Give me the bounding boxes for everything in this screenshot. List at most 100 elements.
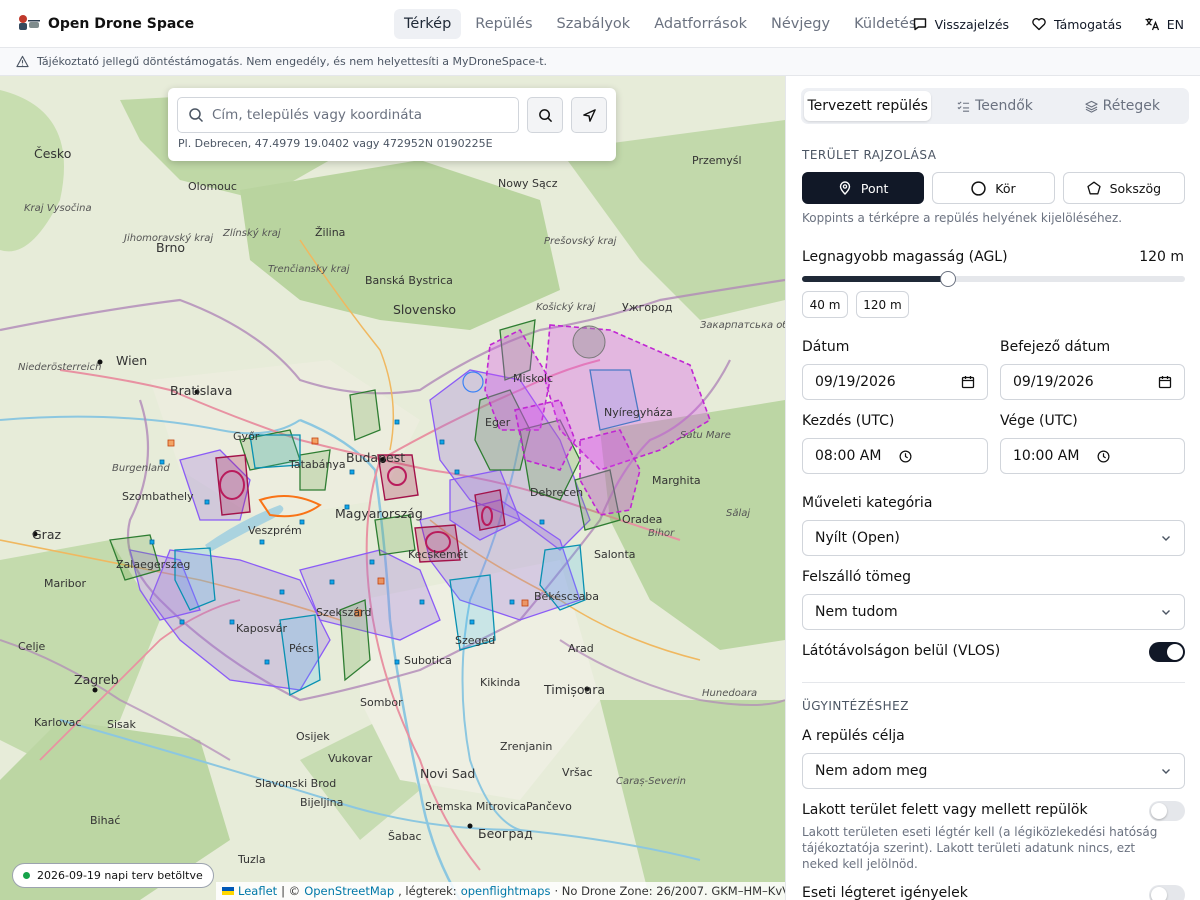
map-attribution: Leaflet | © OpenStreetMap , légterek: op… <box>216 882 785 900</box>
attribution-nofly: · No Drone Zone: 26/2007. GKM–HM–KvVM <box>554 884 785 898</box>
map-label: Eger <box>485 416 511 429</box>
end-time-field[interactable]: 10:00 AM <box>1000 438 1185 474</box>
shape-point-button[interactable]: Pont <box>802 172 925 204</box>
date-value: 09/19/2026 <box>815 374 896 390</box>
toggle-knob <box>1151 887 1167 900</box>
map-label: Slovensko <box>393 302 457 317</box>
map-label: Pécs <box>289 642 314 655</box>
search-input[interactable]: Cím, település vagy koordináta <box>177 97 519 133</box>
support-button[interactable]: Támogatás <box>1031 16 1122 32</box>
disclaimer-text: Tájékoztató jellegű döntéstámogatás. Nem… <box>37 55 548 68</box>
map-label: Caraș-Severin <box>616 776 686 787</box>
map-label: Timișoara <box>544 682 605 697</box>
openflightmaps-link[interactable]: openflightmaps <box>461 884 551 898</box>
populated-toggle[interactable] <box>1149 801 1185 821</box>
nav-map[interactable]: Térkép <box>394 8 462 39</box>
map-label: Olomouc <box>188 180 237 193</box>
preset-40m-button[interactable]: 40 m <box>802 291 848 318</box>
checklist-icon <box>957 100 970 112</box>
location-search: Cím, település vagy koordináta Pl. Debre… <box>168 88 616 161</box>
section-divider <box>802 682 1185 683</box>
map-label: Novi Sad <box>420 766 476 781</box>
map-label: Burgenland <box>112 463 170 474</box>
end-time-label: Vége (UTC) <box>1000 413 1078 429</box>
altitude-value: 120 m <box>1139 249 1184 265</box>
tab-todos[interactable]: Teendők <box>931 91 1058 121</box>
start-time-label: Kezdés (UTC) <box>802 413 895 429</box>
tab-layers[interactable]: Rétegek <box>1059 91 1186 121</box>
preset-120m-button[interactable]: 120 m <box>856 291 909 318</box>
tab-planned-flight[interactable]: Tervezett repülés <box>804 91 932 121</box>
map-label: Bijeljina <box>300 796 344 809</box>
warning-triangle-icon <box>16 55 29 68</box>
map-label: Szombathely <box>122 490 194 503</box>
map-label: Slavonski Brod <box>255 777 337 790</box>
search-button[interactable] <box>527 97 563 133</box>
map-label: Békéscsaba <box>534 590 600 603</box>
nav-data-sources[interactable]: Adatforrások <box>644 9 757 39</box>
layers-icon <box>1084 100 1098 113</box>
shape-circle-button[interactable]: Kör <box>932 172 1055 204</box>
end-date-field[interactable]: 09/19/2026 <box>1000 364 1185 400</box>
tab-label: Tervezett repülés <box>807 98 928 114</box>
support-label: Támogatás <box>1054 16 1122 32</box>
leaflet-link[interactable]: Leaflet <box>238 884 277 898</box>
map-view[interactable]: Česko Olomouc Brno Žilina Trenčiansky kr… <box>0 76 785 900</box>
search-placeholder: Cím, település vagy koordináta <box>212 107 423 123</box>
tab-label: Teendők <box>975 98 1033 114</box>
map-label: Jihomoravský kraj <box>124 233 214 244</box>
disclaimer-banner: Tájékoztató jellegű döntéstámogatás. Nem… <box>0 48 1200 76</box>
feedback-button[interactable]: Visszajelzés <box>912 16 1009 32</box>
map-label: Miskolc <box>513 372 554 385</box>
map-label: Magyarország <box>335 506 423 521</box>
map-label: Salonta <box>594 548 636 561</box>
altitude-label: Legnagyobb magasság (AGL) <box>802 249 1008 265</box>
locate-me-button[interactable] <box>571 97 607 133</box>
purpose-value: Nem adom meg <box>815 763 928 779</box>
search-icon <box>189 108 204 123</box>
map-label: Hunedoara <box>702 688 758 699</box>
map-label: Tuzla <box>238 853 266 866</box>
adhoc-label: Eseti légteret igényelek <box>802 885 968 900</box>
attribution-layers: , légterek: <box>398 884 457 898</box>
map-label: Banská Bystrica <box>365 274 453 287</box>
shape-polygon-button[interactable]: Sokszög <box>1062 172 1185 204</box>
nav-about[interactable]: Névjegy <box>761 9 840 39</box>
brand[interactable]: Open Drone Space <box>16 14 376 34</box>
admin-section-title: ÜGYINTÉZÉSHEZ <box>802 699 909 713</box>
altitude-slider[interactable] <box>802 271 1185 287</box>
slider-thumb[interactable] <box>939 271 956 287</box>
attribution-sep: | © <box>281 884 301 898</box>
map-label: Kikinda <box>480 676 521 689</box>
map-label: Zrenjanin <box>500 740 553 753</box>
osm-link[interactable]: OpenStreetMap <box>304 884 394 898</box>
map-label: Vukovar <box>328 752 373 765</box>
map-label: Sălaj <box>726 508 751 519</box>
clock-icon <box>899 450 912 462</box>
language-button[interactable]: EN <box>1144 16 1184 32</box>
toggle-knob <box>1151 803 1167 819</box>
search-hint: Pl. Debrecen, 47.4979 19.0402 vagy 47295… <box>178 137 493 150</box>
start-time-field[interactable]: 08:00 AM <box>802 438 988 474</box>
nav-rules[interactable]: Szabályok <box>547 9 641 39</box>
draw-section-title: TERÜLET RAJZOLÁSA <box>802 148 937 162</box>
map-label: Celje <box>18 640 46 653</box>
navigation-arrow-icon <box>582 108 596 122</box>
map-label: Szeged <box>455 634 496 647</box>
category-select[interactable]: Nyílt (Open) <box>802 520 1185 556</box>
map-label: Trenčiansky kraj <box>268 264 350 275</box>
map-label: Maribor <box>44 577 87 590</box>
adhoc-toggle[interactable] <box>1149 885 1185 900</box>
date-field[interactable]: 09/19/2026 <box>802 364 988 400</box>
shape-selector: Pont Kör Sokszög <box>802 172 1185 204</box>
mass-select[interactable]: Nem tudom <box>802 594 1185 630</box>
map-label: Košický kraj <box>536 302 596 313</box>
date-label: Dátum <box>802 339 850 355</box>
map-label: Sremska Mitrovica <box>425 800 527 813</box>
drone-logo-icon <box>19 14 40 30</box>
purpose-select[interactable]: Nem adom meg <box>802 753 1185 789</box>
vlos-toggle[interactable] <box>1149 642 1185 662</box>
map-label: Budapest <box>346 450 406 465</box>
nav-flight[interactable]: Repülés <box>465 9 542 39</box>
map-label: Satu Mare <box>680 430 731 441</box>
